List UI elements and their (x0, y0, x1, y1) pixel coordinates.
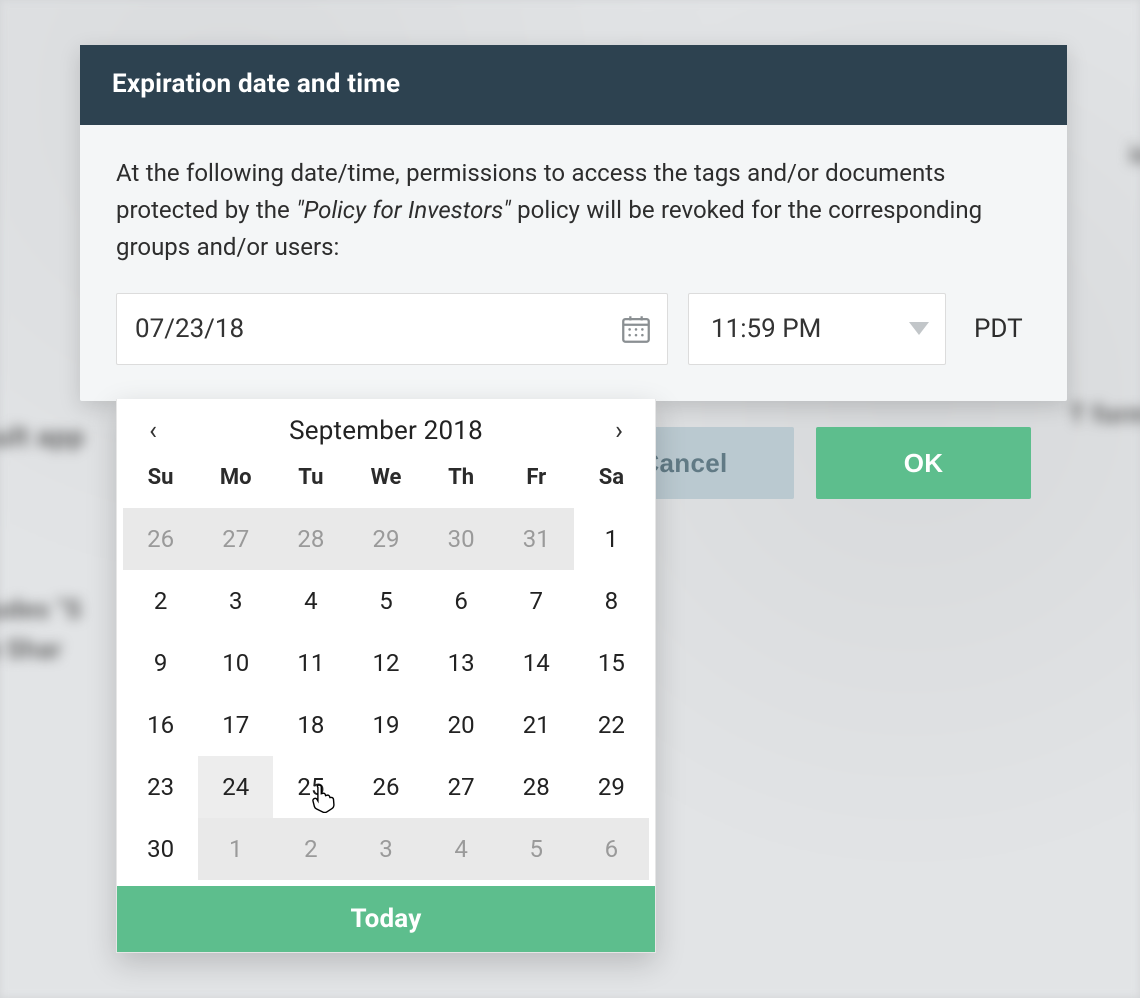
calendar-day[interactable]: 27 (198, 508, 273, 570)
calendar-day-header: We (348, 459, 423, 500)
calendar-day[interactable]: 8 (574, 570, 649, 632)
prev-month-button[interactable]: ‹ (135, 413, 171, 449)
calendar-day[interactable]: 21 (499, 694, 574, 756)
modal-description: At the following date/time, permissions … (116, 155, 1031, 267)
calendar-day-header: Fr (499, 459, 574, 500)
calendar-day[interactable]: 14 (499, 632, 574, 694)
calendar-day[interactable]: 30 (123, 818, 198, 880)
calendar-day[interactable]: 3 (198, 570, 273, 632)
calendar-day[interactable]: 23 (123, 756, 198, 818)
calendar-day[interactable]: 20 (424, 694, 499, 756)
calendar-day-header: Tu (273, 459, 348, 500)
calendar-day[interactable]: 9 (123, 632, 198, 694)
inputs-row: 07/23/18 11:59 PM PDT (116, 293, 1031, 365)
blurred-bg-text: cludes "S (0, 595, 82, 625)
today-button[interactable]: Today (117, 886, 655, 952)
blurred-bg-text: he Shar (0, 635, 62, 665)
calendar-day[interactable]: 19 (348, 694, 423, 756)
calendar-day[interactable]: 5 (348, 570, 423, 632)
modal-body: At the following date/time, permissions … (80, 125, 1067, 401)
calendar-day[interactable]: 18 (273, 694, 348, 756)
calendar-day[interactable]: 1 (198, 818, 273, 880)
calendar-grid: 2627282930311234567891011121314151617181… (117, 508, 655, 886)
calendar-day[interactable]: 2 (273, 818, 348, 880)
calendar-day[interactable]: 2 (123, 570, 198, 632)
blurred-bg-text: T form (1069, 400, 1140, 430)
calendar-day[interactable]: 13 (424, 632, 499, 694)
calendar-day[interactable]: 28 (273, 508, 348, 570)
calendar-day[interactable]: 30 (424, 508, 499, 570)
calendar-day[interactable]: 26 (348, 756, 423, 818)
calendar-day[interactable]: 31 (499, 508, 574, 570)
datepicker-popover: ‹ September 2018 › SuMoTuWeThFrSa 262728… (116, 399, 656, 953)
calendar-day[interactable]: 3 (348, 818, 423, 880)
calendar-day[interactable]: 27 (424, 756, 499, 818)
calendar-day[interactable]: 28 (499, 756, 574, 818)
calendar-day[interactable]: 24 (198, 756, 273, 818)
calendar-day-headers: SuMoTuWeThFrSa (117, 457, 655, 508)
ok-button[interactable]: OK (816, 427, 1031, 499)
calendar-day-header: Mo (198, 459, 273, 500)
calendar-day[interactable]: 1 (574, 508, 649, 570)
calendar-day[interactable]: 5 (499, 818, 574, 880)
calendar-icon[interactable] (619, 312, 653, 346)
calendar-day[interactable]: 7 (499, 570, 574, 632)
calendar-day[interactable]: 26 (123, 508, 198, 570)
next-month-button[interactable]: › (601, 413, 637, 449)
calendar-day[interactable]: 29 (574, 756, 649, 818)
date-input[interactable]: 07/23/18 (116, 293, 668, 365)
calendar-day[interactable]: 6 (424, 570, 499, 632)
calendar-day[interactable]: 4 (273, 570, 348, 632)
calendar-day-header: Su (123, 459, 198, 500)
time-value: 11:59 PM (711, 314, 821, 344)
calendar-day[interactable]: 16 (123, 694, 198, 756)
blurred-bg-text: is (1129, 140, 1140, 170)
calendar-day[interactable]: 15 (574, 632, 649, 694)
calendar-day-header: Th (424, 459, 499, 500)
calendar-month-label: September 2018 (289, 416, 483, 446)
calendar-day[interactable]: 29 (348, 508, 423, 570)
time-select[interactable]: 11:59 PM (688, 293, 946, 365)
calendar-header: ‹ September 2018 › (117, 399, 655, 457)
blurred-bg-text: ault app (0, 420, 85, 453)
calendar-day[interactable]: 25 (273, 756, 348, 818)
calendar-day[interactable]: 22 (574, 694, 649, 756)
date-value: 07/23/18 (135, 314, 244, 344)
calendar-day[interactable]: 11 (273, 632, 348, 694)
calendar-day[interactable]: 4 (424, 818, 499, 880)
expiration-modal: Expiration date and time At the followin… (80, 45, 1067, 401)
modal-title: Expiration date and time (80, 45, 1067, 125)
calendar-day[interactable]: 12 (348, 632, 423, 694)
desc-policy-name: "Policy for Investors" (296, 196, 511, 224)
timezone-label: PDT (966, 314, 1023, 344)
calendar-day[interactable]: 6 (574, 818, 649, 880)
calendar-day-header: Sa (574, 459, 649, 500)
chevron-down-icon (909, 322, 929, 335)
calendar-day[interactable]: 17 (198, 694, 273, 756)
calendar-day[interactable]: 10 (198, 632, 273, 694)
